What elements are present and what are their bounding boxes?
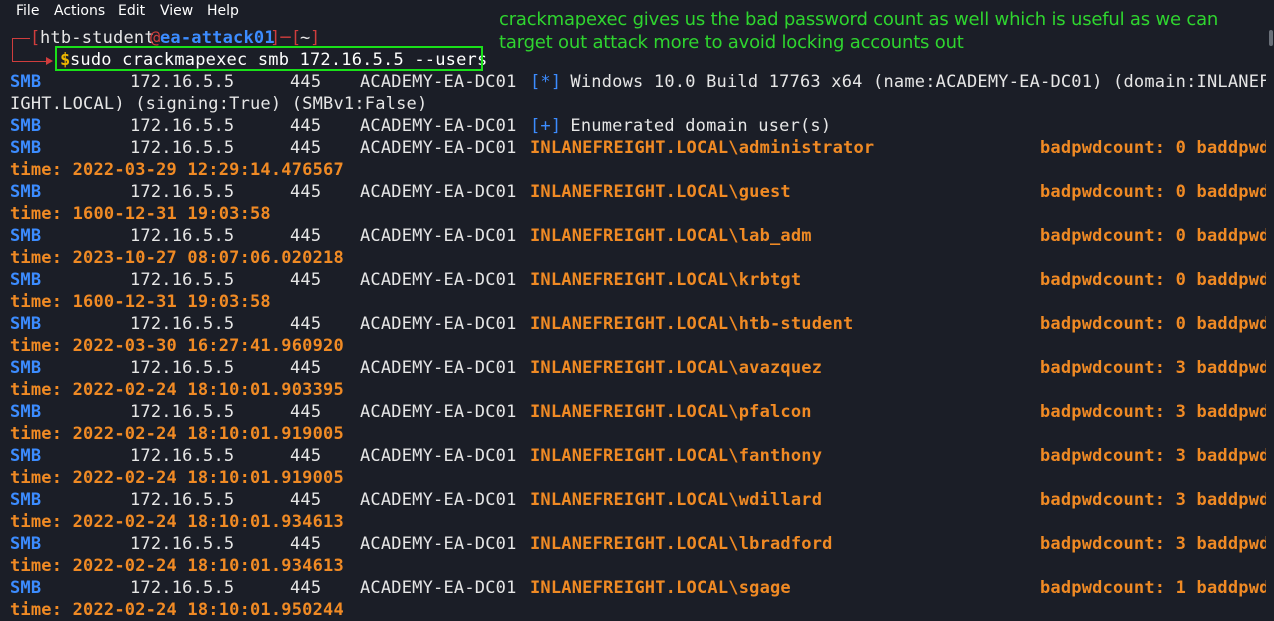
bad-password-count: badpwdcount: 3 baddpwd [1040, 490, 1270, 510]
host-name: ACADEMY-EA-DC01 [360, 358, 517, 378]
port-number: 445 [290, 402, 322, 422]
ip-address: 172.16.5.5 [130, 402, 235, 422]
domain-user: INLANEFREIGHT.LOCAL\lbradford [530, 534, 833, 554]
command-highlight-box [55, 46, 483, 71]
scrollbar[interactable] [1266, 24, 1274, 616]
port-number: 445 [290, 182, 322, 202]
bad-password-time: time: 2023-10-27 08:07:06.020218 [10, 248, 344, 268]
port-number: 445 [290, 578, 322, 598]
domain-user: INLANEFREIGHT.LOCAL\avazquez [530, 358, 823, 378]
host-name: ACADEMY-EA-DC01 [360, 270, 517, 290]
ip-address: 172.16.5.5 [130, 182, 235, 202]
ip-address: 172.16.5.5 [130, 226, 235, 246]
port-number: 445 [290, 314, 322, 334]
port-number: 445 [290, 116, 322, 136]
ip-address: 172.16.5.5 [130, 138, 235, 158]
ip-address: 172.16.5.5 [130, 534, 235, 554]
ip-address: 172.16.5.5 [130, 72, 235, 92]
host-name: ACADEMY-EA-DC01 [360, 138, 517, 158]
terminal-output[interactable]: [ htb-student @ ea-attack01 ]─[ ~ ] $ su… [0, 0, 1274, 620]
protocol-label: SMB [10, 578, 42, 598]
ip-address: 172.16.5.5 [130, 314, 235, 334]
protocol-label: SMB [10, 446, 42, 466]
bad-password-count: badpwdcount: 3 baddpwd [1040, 402, 1270, 422]
annotation-note: crackmapexec gives us the bad password c… [499, 9, 1219, 53]
bad-password-count: badpwdcount: 0 baddpwd [1040, 314, 1270, 334]
bad-password-time: time: 2022-02-24 18:10:01.919005 [10, 468, 344, 488]
bad-password-time: time: 2022-03-30 16:27:41.960920 [10, 336, 344, 356]
bad-password-time: time: 1600-12-31 19:03:58 [10, 292, 271, 312]
protocol-label: SMB [10, 314, 42, 334]
ip-address: 172.16.5.5 [130, 490, 235, 510]
bad-password-count: badpwdcount: 0 baddpwd [1040, 138, 1270, 158]
domain-user: INLANEFREIGHT.LOCAL\administrator [530, 138, 875, 158]
bad-password-time: time: 2022-03-29 12:29:14.476567 [10, 160, 344, 180]
port-number: 445 [290, 270, 322, 290]
bad-password-count: badpwdcount: 1 baddpwd [1040, 578, 1270, 598]
protocol-label: SMB [10, 116, 42, 136]
bad-password-time: time: 2022-02-24 18:10:01.934613 [10, 512, 344, 532]
bad-password-time: time: 1600-12-31 19:03:58 [10, 204, 271, 224]
ip-address: 172.16.5.5 [130, 358, 235, 378]
port-number: 445 [290, 534, 322, 554]
bad-password-time: time: 2022-02-24 18:10:01.903395 [10, 380, 344, 400]
port-number: 445 [290, 72, 322, 92]
domain-user: INLANEFREIGHT.LOCAL\pfalcon [530, 402, 812, 422]
domain-user: INLANEFREIGHT.LOCAL\fanthony [530, 446, 823, 466]
host-name: ACADEMY-EA-DC01 [360, 72, 517, 92]
protocol-label: SMB [10, 270, 42, 290]
host-name: ACADEMY-EA-DC01 [360, 116, 517, 136]
protocol-label: SMB [10, 72, 42, 92]
bad-password-count: badpwdcount: 3 baddpwd [1040, 534, 1270, 554]
ip-address: 172.16.5.5 [130, 270, 235, 290]
status-marker: [*] [530, 72, 562, 92]
bad-password-time: time: 2022-02-24 18:10:01.934613 [10, 556, 344, 576]
port-number: 445 [290, 358, 322, 378]
protocol-label: SMB [10, 358, 42, 378]
scrollbar-thumb[interactable] [1269, 30, 1273, 46]
host-name: ACADEMY-EA-DC01 [360, 402, 517, 422]
ip-address: 172.16.5.5 [130, 116, 235, 136]
protocol-label: SMB [10, 490, 42, 510]
domain-user: INLANEFREIGHT.LOCAL\wdillard [530, 490, 823, 510]
info-text: Windows 10.0 Build 17763 x64 (name:ACADE… [560, 72, 1274, 92]
bad-password-time: time: 2022-02-24 18:10:01.919005 [10, 424, 344, 444]
domain-user: INLANEFREIGHT.LOCAL\lab_adm [530, 226, 812, 246]
host-name: ACADEMY-EA-DC01 [360, 578, 517, 598]
domain-user: INLANEFREIGHT.LOCAL\guest [530, 182, 791, 202]
ip-address: 172.16.5.5 [130, 446, 235, 466]
protocol-label: SMB [10, 138, 42, 158]
info-text-continuation: IGHT.LOCAL) (signing:True) (SMBv1:False) [10, 94, 428, 114]
host-name: ACADEMY-EA-DC01 [360, 490, 517, 510]
bad-password-count: badpwdcount: 3 baddpwd [1040, 358, 1270, 378]
domain-user: INLANEFREIGHT.LOCAL\krbtgt [530, 270, 802, 290]
domain-user: INLANEFREIGHT.LOCAL\htb-student [530, 314, 854, 334]
bad-password-count: badpwdcount: 0 baddpwd [1040, 182, 1270, 202]
bad-password-count: badpwdcount: 3 baddpwd [1040, 446, 1270, 466]
port-number: 445 [290, 226, 322, 246]
host-name: ACADEMY-EA-DC01 [360, 182, 517, 202]
status-marker: [+] [530, 116, 562, 136]
bad-password-count: badpwdcount: 0 baddpwd [1040, 270, 1270, 290]
command-line: $ sudo crackmapexec smb 172.16.5.5 --use… [0, 49, 487, 71]
host-name: ACADEMY-EA-DC01 [360, 534, 517, 554]
protocol-label: SMB [10, 226, 42, 246]
host-name: ACADEMY-EA-DC01 [360, 314, 517, 334]
port-number: 445 [290, 446, 322, 466]
protocol-label: SMB [10, 402, 42, 422]
port-number: 445 [290, 490, 322, 510]
port-number: 445 [290, 138, 322, 158]
info-text: Enumerated domain user(s) [560, 116, 832, 136]
bad-password-time: time: 2022-02-24 18:10:01.950244 [10, 600, 344, 620]
ip-address: 172.16.5.5 [130, 578, 235, 598]
protocol-label: SMB [10, 534, 42, 554]
protocol-label: SMB [10, 182, 42, 202]
prompt-line: [ htb-student @ ea-attack01 ]─[ ~ ] [30, 28, 321, 48]
host-name: ACADEMY-EA-DC01 [360, 226, 517, 246]
host-name: ACADEMY-EA-DC01 [360, 446, 517, 466]
bad-password-count: badpwdcount: 0 baddpwd [1040, 226, 1270, 246]
domain-user: INLANEFREIGHT.LOCAL\sgage [530, 578, 791, 598]
